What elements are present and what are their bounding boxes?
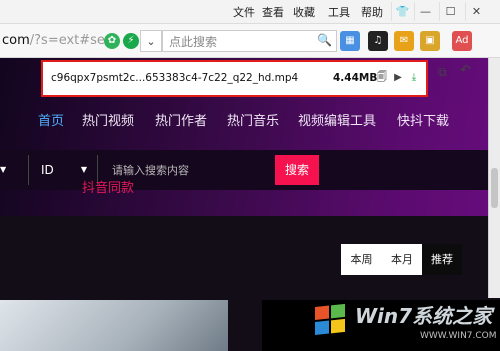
nav-hot-music[interactable]: 热门音乐 (227, 110, 279, 129)
nav-hot-videos[interactable]: 热门视频 (82, 110, 134, 129)
apps-grid-icon[interactable]: ▦ (340, 31, 360, 51)
site-search-button[interactable]: 搜索 (275, 155, 319, 185)
play-icon[interactable]: ▶ (391, 71, 405, 85)
screen: 文件 查看 收藏 工具 帮助 👕 — ☐ ✕ com/?s=ext#seai ✿… (0, 0, 500, 351)
maximize-button[interactable]: ☐ (439, 2, 461, 21)
menu-tools[interactable]: 工具 (328, 4, 350, 20)
minimize-button[interactable]: — (414, 2, 436, 21)
tab-this-week[interactable]: 本周 (341, 244, 382, 275)
tab-this-month[interactable]: 本月 (382, 244, 422, 275)
menu-help[interactable]: 帮助 (361, 4, 383, 20)
search-box[interactable]: 🔍 (162, 30, 337, 52)
download-filename: c96qpx7psmt2c...653383c4-7c22_q22_hd.mp4 (51, 72, 299, 84)
download-popup: c96qpx7psmt2c...653383c4-7c22_q22_hd.mp4… (41, 60, 428, 97)
document-icon[interactable]: 🗐 (375, 71, 389, 85)
nav-hot-authors[interactable]: 热门作者 (155, 110, 207, 129)
screenshot-icon[interactable]: ⧉ (438, 65, 447, 80)
security-shield-icon[interactable]: ✿ (104, 33, 120, 49)
scrollbar-thumb[interactable] (491, 168, 498, 208)
skin-icon[interactable]: 👕 (391, 2, 413, 21)
watermark-text: Win7系统之家 (355, 304, 493, 328)
nav-video-editing-tools[interactable]: 视频编辑工具 (298, 110, 376, 129)
menu-view[interactable]: 查看 (262, 4, 284, 20)
left-dropdown-arrow-icon[interactable]: ▼ (0, 155, 6, 185)
music-icon[interactable]: ♫ (368, 31, 388, 51)
menu-file[interactable]: 文件 (233, 4, 255, 20)
search-input[interactable] (163, 32, 313, 52)
video-thumbnail[interactable] (0, 300, 228, 351)
tiktok-same-style-link[interactable]: 抖音同款 (82, 177, 134, 196)
image-icon[interactable]: ▣ (420, 31, 440, 51)
nav-home[interactable]: 首页 (38, 110, 64, 129)
nav-quick-download[interactable]: 快抖下载 (397, 110, 449, 129)
download-size: 4.44MB (333, 72, 378, 84)
download-arrow-icon[interactable]: ⤓ (407, 71, 421, 85)
scrollbar[interactable] (488, 58, 500, 298)
adblock-icon[interactable]: Ad (452, 31, 472, 51)
address-dropdown-button[interactable]: ⌄ (140, 30, 162, 52)
tab-recommended[interactable]: 推荐 (422, 244, 462, 275)
address-toolbar: com/?s=ext#seai ✿ ⚡ ⌄ 🔍 ▦ ♫ ✉ ▣ Ad (0, 24, 500, 58)
watermark-subtext: WWW.WIN7.COM (420, 331, 497, 341)
close-button[interactable]: ✕ (465, 2, 487, 21)
url-main: com (2, 33, 30, 48)
search-type-value: ID (41, 163, 54, 177)
undo-icon[interactable]: ↶ (460, 63, 471, 78)
menu-bar: 文件 查看 收藏 工具 帮助 👕 — ☐ ✕ (0, 0, 500, 24)
notification-icon[interactable]: ✉ (394, 31, 414, 51)
lightning-icon[interactable]: ⚡ (123, 33, 139, 49)
menu-favorites[interactable]: 收藏 (293, 4, 315, 20)
search-icon[interactable]: 🔍 (317, 33, 332, 47)
